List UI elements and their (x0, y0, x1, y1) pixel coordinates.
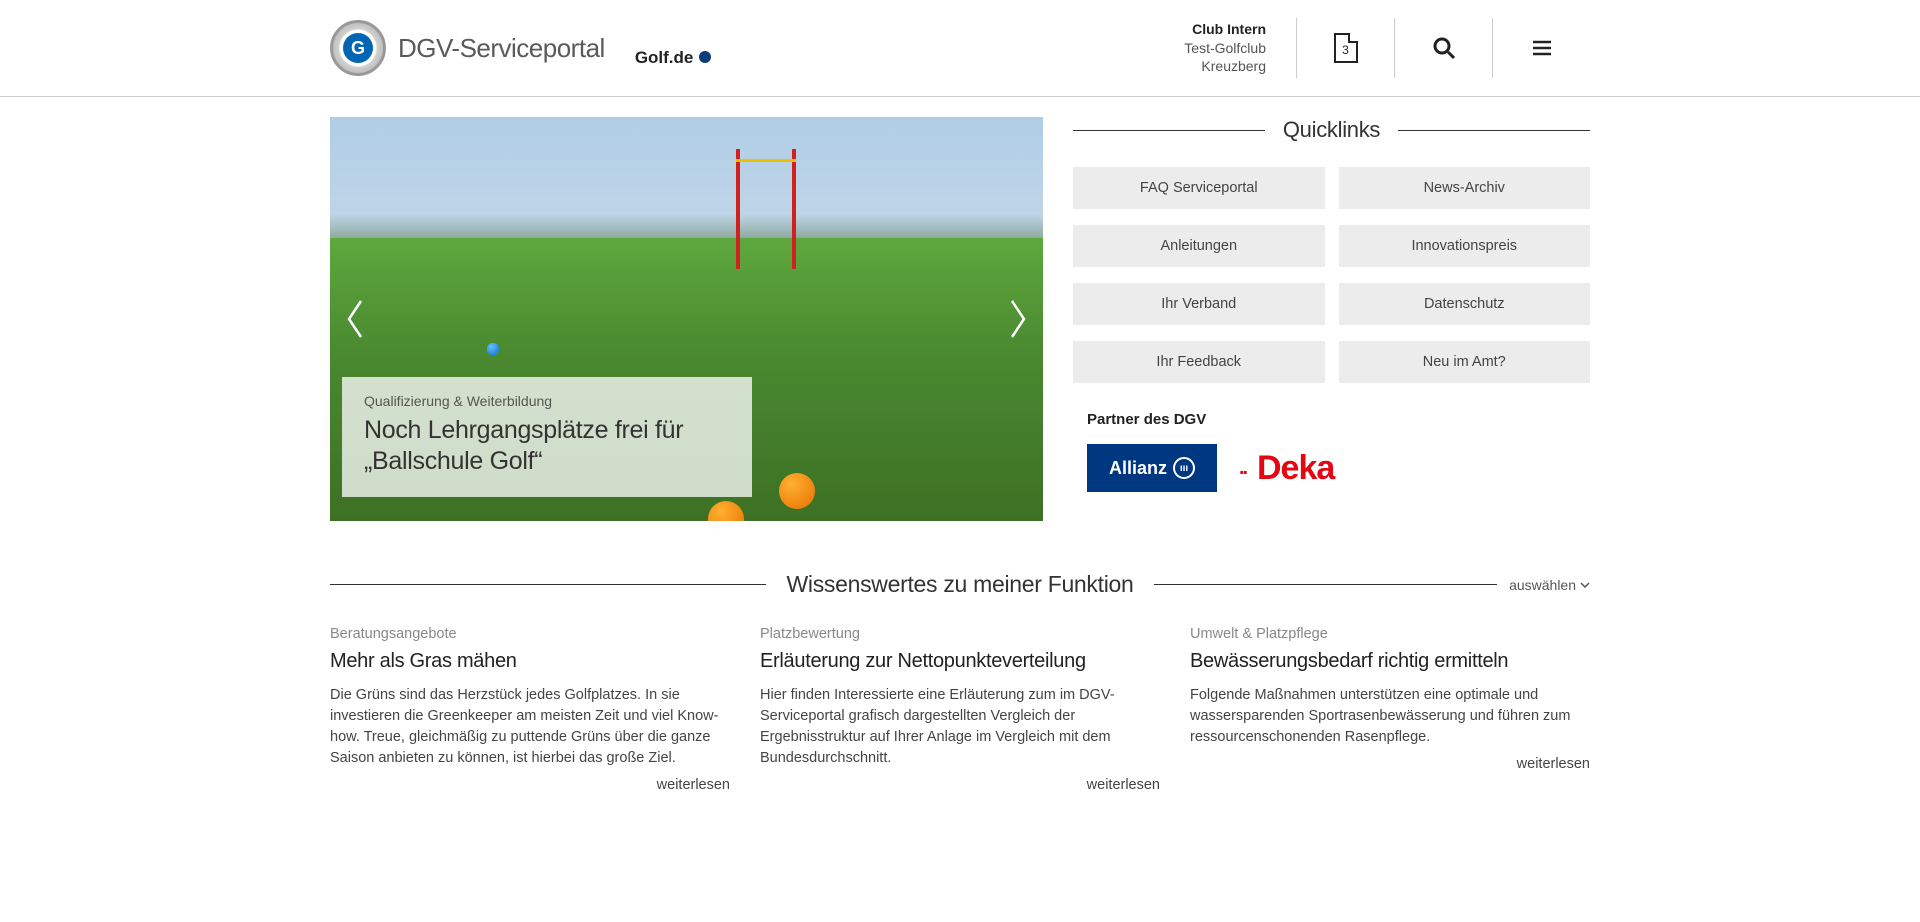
chevron-down-icon (1580, 582, 1590, 588)
article-category: Beratungsangebote (330, 626, 730, 642)
hero-slider: Qualifizierung & Weiterbildung Noch Lehr… (330, 117, 1043, 521)
club-name: Test-Golfclub (1184, 39, 1266, 58)
quicklink-verband[interactable]: Ihr Verband (1073, 283, 1325, 325)
quicklink-feedback[interactable]: Ihr Feedback (1073, 341, 1325, 383)
knowhow-heading: Wissenswertes zu meiner Funktion (766, 571, 1153, 598)
header-actions: 3 (1296, 18, 1590, 78)
article-body: Folgende Maßnahmen unterstützen eine opt… (1190, 685, 1590, 748)
hero-caption[interactable]: Qualifizierung & Weiterbildung Noch Lehr… (342, 377, 752, 498)
documents-button[interactable]: 3 (1296, 18, 1394, 78)
club-loc: Kreuzberg (1184, 57, 1266, 76)
articles-grid: Beratungsangebote Mehr als Gras mähen Di… (330, 626, 1590, 793)
dot-icon (699, 51, 711, 63)
header: G DGV-Serviceportal Golf.de Club Intern … (0, 0, 1920, 97)
knowhow-select[interactable]: auswählen (1497, 577, 1590, 593)
hamburger-icon (1530, 36, 1554, 60)
article-card: Umwelt & Platzpflege Bewässerungsbedarf … (1190, 626, 1590, 793)
allianz-icon: ııı (1173, 457, 1195, 479)
sidebar: Quicklinks FAQ Serviceportal News-Archiv… (1073, 117, 1590, 521)
readmore-link[interactable]: weiterlesen (330, 777, 730, 793)
logo-area: G DGV-Serviceportal Golf.de (330, 20, 711, 76)
quicklinks-heading: Quicklinks (1265, 117, 1398, 143)
quicklink-news[interactable]: News-Archiv (1339, 167, 1591, 209)
article-card: Platzbewertung Erläuterung zur Nettopunk… (760, 626, 1160, 793)
article-category: Platzbewertung (760, 626, 1160, 642)
slider-next-button[interactable] (997, 289, 1037, 349)
readmore-link[interactable]: weiterlesen (760, 777, 1160, 793)
golfde-logo[interactable]: Golf.de (635, 29, 712, 68)
quicklink-innovationspreis[interactable]: Innovationspreis (1339, 225, 1591, 267)
article-title[interactable]: Bewässerungsbedarf richtig ermitteln (1190, 650, 1590, 673)
menu-button[interactable] (1492, 18, 1590, 78)
article-category: Umwelt & Platzpflege (1190, 626, 1590, 642)
quicklink-datenschutz[interactable]: Datenschutz (1339, 283, 1591, 325)
article-body: Hier finden Interessierte eine Erläuteru… (760, 685, 1160, 769)
deka-logo[interactable]: Deka (1257, 449, 1334, 488)
dgv-logo-icon: G (330, 20, 386, 76)
document-count: 3 (1342, 43, 1349, 57)
article-title[interactable]: Mehr als Gras mähen (330, 650, 730, 673)
golf-ball-icon (779, 473, 815, 509)
article-card: Beratungsangebote Mehr als Gras mähen Di… (330, 626, 730, 793)
article-body: Die Grüns sind das Herzstück jedes Golfp… (330, 685, 730, 769)
portal-title: DGV-Serviceportal (398, 33, 605, 64)
readmore-link[interactable]: weiterlesen (1190, 756, 1590, 772)
search-button[interactable] (1394, 18, 1492, 78)
document-icon: 3 (1334, 33, 1358, 63)
chevron-left-icon (346, 299, 366, 339)
partner-logos: Allianz ııı Deka (1073, 444, 1590, 492)
allianz-logo[interactable]: Allianz ııı (1087, 444, 1217, 492)
slider-prev-button[interactable] (336, 289, 376, 349)
knowhow-header: Wissenswertes zu meiner Funktion auswähl… (330, 571, 1590, 598)
article-title[interactable]: Erläuterung zur Nettopunkteverteilung (760, 650, 1160, 673)
quicklink-neu-im-amt[interactable]: Neu im Amt? (1339, 341, 1591, 383)
partner-heading: Partner des DGV (1087, 411, 1590, 428)
quicklink-anleitungen[interactable]: Anleitungen (1073, 225, 1325, 267)
hero-category: Qualifizierung & Weiterbildung (364, 393, 730, 409)
chevron-right-icon (1007, 299, 1027, 339)
quicklinks-grid: FAQ Serviceportal News-Archiv Anleitunge… (1073, 167, 1590, 383)
club-info[interactable]: Club Intern Test-Golfclub Kreuzberg (1184, 20, 1266, 77)
search-icon (1432, 36, 1456, 60)
club-intern-label: Club Intern (1184, 20, 1266, 39)
quicklink-faq[interactable]: FAQ Serviceportal (1073, 167, 1325, 209)
hero-title: Noch Lehrgangsplätze frei für „Ballschul… (364, 415, 730, 478)
goal-icon (736, 149, 796, 269)
